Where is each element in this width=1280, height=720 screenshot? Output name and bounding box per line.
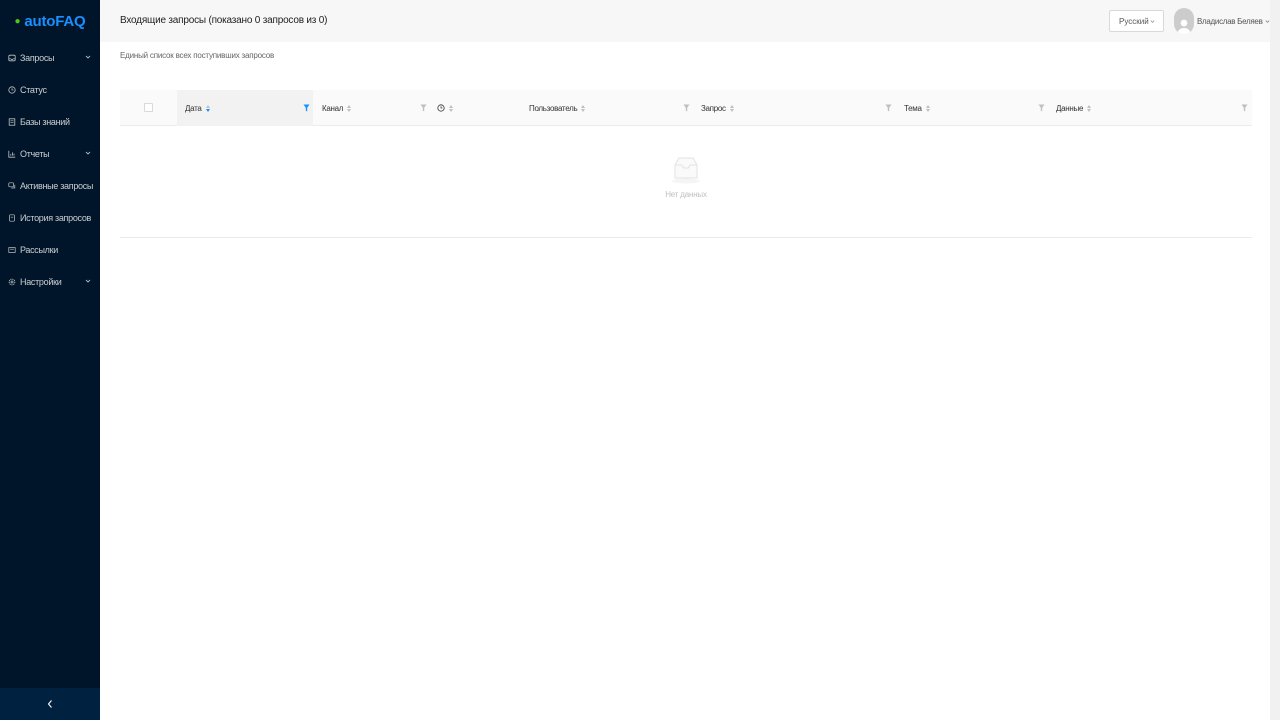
- history-icon: [7, 214, 16, 223]
- language-value: Русский: [1119, 16, 1149, 26]
- filter-icon[interactable]: [1038, 104, 1045, 112]
- sidebar-item-label: История запросов: [20, 213, 92, 223]
- sidebar-item-request-history[interactable]: История запросов: [0, 202, 100, 234]
- filter-icon[interactable]: [1241, 104, 1248, 112]
- user-name: Владислав Беляев: [1197, 16, 1263, 26]
- column-label: Данные: [1056, 103, 1084, 113]
- sidebar-item-label: Запросы: [20, 53, 55, 63]
- chevron-down-icon: [1150, 20, 1155, 23]
- sidebar-item-active-requests[interactable]: Активные запросы: [0, 170, 100, 202]
- avatar: [1174, 8, 1194, 34]
- header: Входящие запросы (показано 0 запросов из…: [100, 0, 1270, 42]
- filter-icon[interactable]: [303, 104, 310, 112]
- sidebar-item-label: Отчеты: [20, 149, 50, 159]
- sidebar-item-knowledge-bases[interactable]: Базы знаний: [0, 106, 100, 138]
- sidebar-item-label: Активные запросы: [20, 181, 94, 191]
- column-channel[interactable]: Канал: [313, 90, 429, 126]
- sidebar-item-label: Статус: [20, 85, 47, 95]
- sidebar-item-mailings[interactable]: Рассылки: [0, 234, 100, 266]
- user-menu[interactable]: Владислав Беляев: [1174, 8, 1270, 34]
- sidebar-collapse-button[interactable]: [0, 688, 100, 720]
- chevron-down-icon: [85, 279, 91, 283]
- column-date[interactable]: Дата: [177, 90, 313, 126]
- sidebar-item-status[interactable]: Статус: [0, 74, 100, 106]
- clock-icon: [437, 104, 445, 112]
- column-label: Пользователь: [529, 103, 578, 113]
- column-data[interactable]: Данные: [1048, 90, 1252, 126]
- bar-chart-icon: [7, 150, 16, 159]
- sidebar-item-requests[interactable]: Запросы: [0, 42, 100, 74]
- sidebar: ● autoFAQ Запросы Статус Базы знаний Отч…: [0, 0, 100, 720]
- chevron-down-icon: [85, 55, 91, 59]
- sort-icon[interactable]: [1087, 104, 1092, 112]
- column-user[interactable]: Пользователь: [521, 90, 693, 126]
- chat-icon: [7, 182, 16, 191]
- sort-icon[interactable]: [449, 104, 453, 112]
- page-subtitle: Единый список всех поступивших запросов: [120, 51, 275, 60]
- sort-icon[interactable]: [205, 104, 210, 112]
- column-topic[interactable]: Тема: [896, 90, 1048, 126]
- sidebar-item-label: Базы знаний: [20, 117, 70, 127]
- filter-icon[interactable]: [420, 104, 427, 112]
- sidebar-item-settings[interactable]: Настройки: [0, 266, 100, 298]
- chevron-down-icon: [85, 151, 91, 155]
- table-body: Нет данных: [120, 126, 1252, 238]
- scrollbar[interactable]: [1270, 0, 1280, 720]
- filter-icon[interactable]: [683, 104, 690, 112]
- column-label: Запрос: [701, 103, 726, 113]
- mail-icon: [7, 246, 16, 255]
- table-header: Дата Канал Пользователь Запрос Тема Данн…: [120, 90, 1252, 126]
- sidebar-item-reports[interactable]: Отчеты: [0, 138, 100, 170]
- gear-icon: [7, 278, 16, 287]
- chevron-down-icon: [1265, 19, 1269, 23]
- column-time[interactable]: [429, 90, 521, 126]
- clock-icon: [7, 86, 16, 95]
- sort-icon[interactable]: [729, 104, 734, 112]
- sort-icon[interactable]: [347, 104, 352, 112]
- empty-state: Нет данных: [120, 156, 1252, 199]
- filter-icon[interactable]: [885, 104, 892, 112]
- empty-text: Нет данных: [665, 190, 707, 199]
- sort-icon[interactable]: [925, 104, 930, 112]
- sidebar-item-label: Настройки: [20, 277, 62, 287]
- book-icon: [7, 118, 16, 127]
- column-request[interactable]: Запрос: [693, 90, 895, 126]
- sort-icon[interactable]: [581, 104, 586, 112]
- logo-dot-icon: ●: [14, 15, 21, 27]
- column-label: Тема: [904, 103, 922, 113]
- chevron-left-icon: [47, 700, 52, 708]
- page-title: Входящие запросы (показано 0 запросов из…: [120, 15, 328, 26]
- sidebar-item-label: Рассылки: [20, 245, 58, 255]
- column-label: Канал: [322, 103, 344, 113]
- logo-text: autoFAQ: [24, 12, 86, 30]
- user-icon: [1177, 19, 1191, 34]
- empty-inbox-icon: [672, 157, 700, 184]
- inbox-icon: [7, 54, 16, 63]
- logo[interactable]: ● autoFAQ: [0, 0, 100, 42]
- sidebar-nav: Запросы Статус Базы знаний Отчеты Активн…: [0, 42, 100, 298]
- column-label: Дата: [185, 103, 202, 113]
- select-all-checkbox[interactable]: [144, 103, 153, 112]
- language-select[interactable]: Русский: [1109, 10, 1164, 32]
